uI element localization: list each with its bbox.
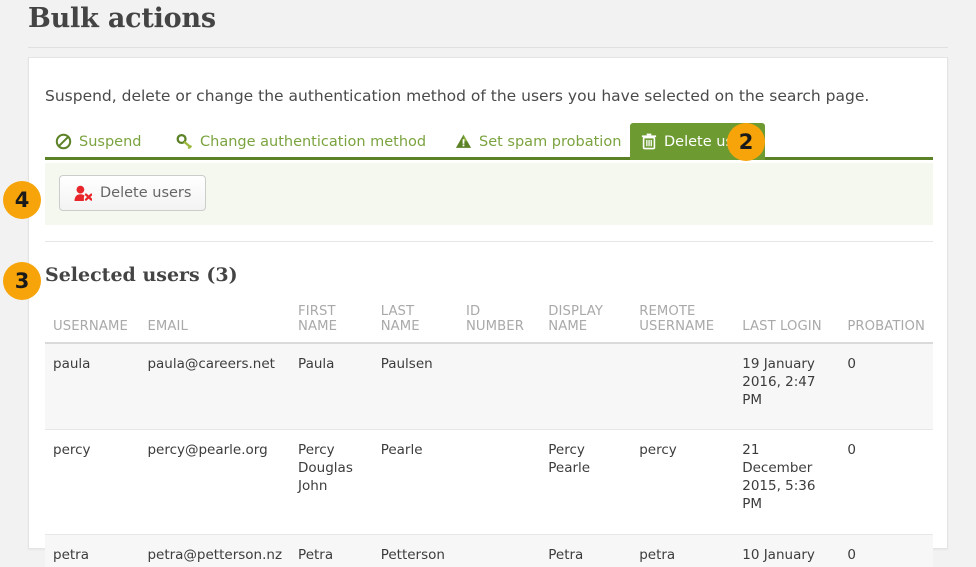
callout-badge-4: 4: [3, 181, 41, 219]
column-header-last-login: LAST LOGIN: [734, 304, 840, 344]
cell-last-name: Petterson: [372, 534, 458, 567]
cell-remote-username: percy: [631, 429, 735, 535]
cell-last-login: 10 January 2016, 6:22 PM: [734, 534, 840, 567]
ban-icon: [55, 133, 72, 150]
column-header-first-name: FIRST NAME: [290, 304, 373, 344]
cell-probation: 0: [839, 534, 933, 567]
tab-set-spam-probation[interactable]: Set spam probation: [445, 123, 631, 160]
cell-last-name: Pearle: [372, 429, 458, 535]
cell-email: percy@pearle.org: [139, 429, 291, 535]
cell-probation: 0: [839, 343, 933, 431]
table-header: USERNAME EMAIL FIRST NAME LAST NAME ID N…: [45, 304, 933, 344]
tab-spam-probation-label: Set spam probation: [479, 133, 622, 150]
selected-users-table: USERNAME EMAIL FIRST NAME LAST NAME ID N…: [45, 304, 933, 567]
cell-email: paula@careers.net: [139, 343, 291, 431]
cell-email: petra@petterson.nz: [139, 534, 291, 567]
tab-change-authentication-method[interactable]: Change authentication method: [166, 123, 436, 160]
column-header-display-name: DISPLAY NAME: [540, 304, 632, 344]
tab-suspend-label: Suspend: [79, 133, 142, 150]
column-header-last-name: LAST NAME: [372, 304, 458, 344]
table-body: paula paula@careers.net Paula Paulsen 19…: [45, 343, 933, 567]
column-header-remote-username: REMOTE USERNAME: [631, 304, 735, 344]
delete-users-button[interactable]: Delete users: [59, 175, 207, 211]
title-divider: [28, 47, 948, 48]
cell-probation: 0: [839, 429, 933, 535]
cell-display-name: Petra Petterson: [540, 534, 632, 567]
bulk-actions-panel: Suspend, delete or change the authentica…: [28, 57, 948, 567]
cell-username: percy: [45, 429, 140, 535]
bulk-action-tabs: Suspend Change authentication method Set…: [45, 123, 933, 160]
cell-username: petra: [45, 534, 140, 567]
key-icon: [176, 133, 193, 150]
cell-first-name: Percy Douglas John: [290, 429, 373, 535]
cell-last-name: Paulsen: [372, 343, 458, 431]
cell-id-number: [457, 429, 541, 535]
cell-id-number: [457, 534, 541, 567]
panel-intro-text: Suspend, delete or change the authentica…: [45, 87, 870, 105]
cell-display-name: [540, 343, 632, 431]
table-row[interactable]: paula paula@careers.net Paula Paulsen 19…: [45, 343, 933, 431]
cell-remote-username: [631, 343, 735, 431]
cell-display-name: Percy Pearle: [540, 429, 632, 535]
callout-badge-3: 3: [3, 262, 41, 300]
column-header-id-number: ID NUMBER: [457, 304, 541, 344]
column-header-email: EMAIL: [139, 304, 291, 344]
cell-id-number: [457, 343, 541, 431]
table-header-row: USERNAME EMAIL FIRST NAME LAST NAME ID N…: [45, 304, 933, 344]
cell-username: paula: [45, 343, 140, 431]
column-header-probation: PROBATION: [839, 304, 933, 344]
section-divider: [45, 241, 933, 242]
delete-users-button-label: Delete users: [100, 185, 192, 201]
warning-triangle-icon: [455, 133, 472, 150]
cell-first-name: Petra Peony: [290, 534, 373, 567]
table-row[interactable]: percy percy@pearle.org Percy Douglas Joh…: [45, 429, 933, 535]
selected-users-heading: Selected users (3): [45, 264, 238, 286]
column-header-username: USERNAME: [45, 304, 140, 344]
tab-change-auth-label: Change authentication method: [200, 133, 427, 150]
cell-last-login: 21 December 2015, 5:36 PM: [734, 429, 840, 535]
bulk-actions-page: Bulk actions Suspend, delete or change t…: [0, 0, 976, 567]
bulk-action-panel-body: Delete users: [45, 163, 933, 225]
cell-last-login: 19 January 2016, 2:47 PM: [734, 343, 840, 431]
tab-suspend[interactable]: Suspend: [45, 123, 151, 160]
table-row[interactable]: petra petra@petterson.nz Petra Peony Pet…: [45, 534, 933, 567]
page-title: Bulk actions: [28, 3, 216, 34]
cell-remote-username: petra: [631, 534, 735, 567]
trash-icon: [640, 133, 657, 150]
callout-badge-2: 2: [727, 123, 765, 161]
user-times-icon: [74, 184, 92, 202]
cell-first-name: Paula: [290, 343, 373, 431]
